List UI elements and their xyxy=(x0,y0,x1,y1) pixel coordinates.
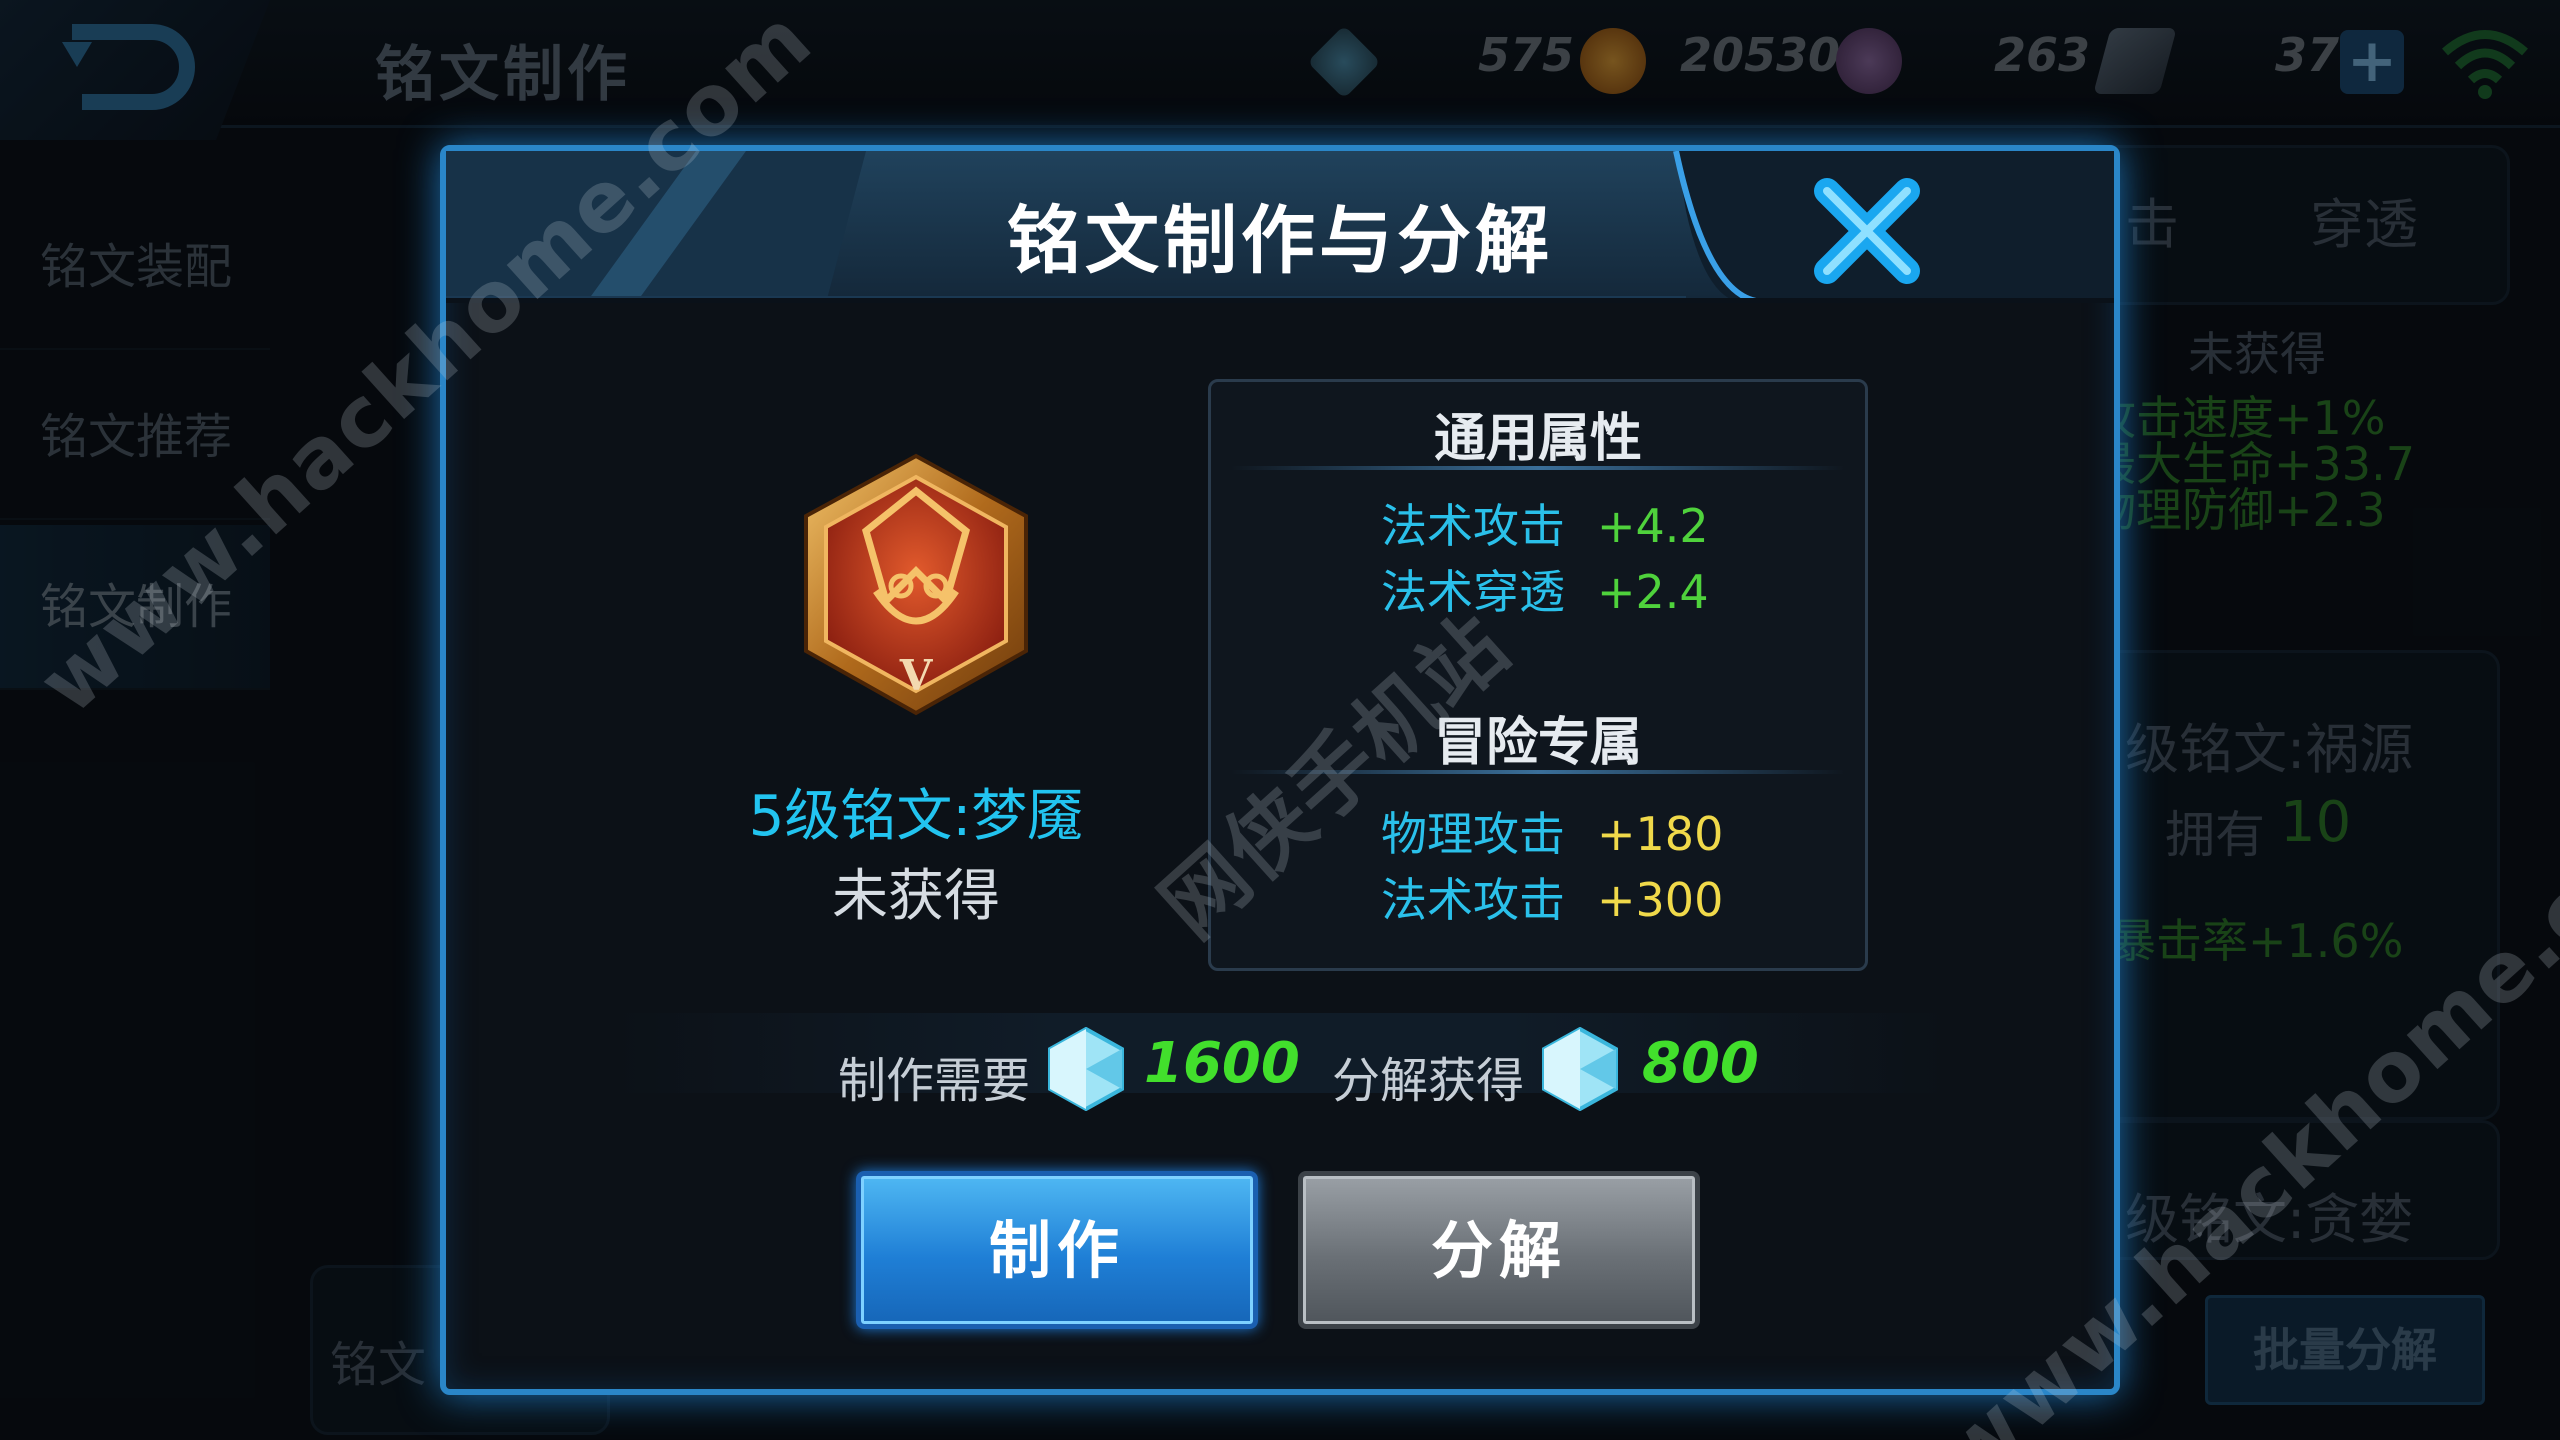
general-attributes-title: 通用属性 xyxy=(1433,409,1642,469)
decompose-button[interactable]: 分解 xyxy=(1298,1171,1700,1329)
decompose-gain-label: 分解获得 xyxy=(1332,1053,1525,1109)
section-divider xyxy=(1231,466,1845,470)
close-icon xyxy=(1814,178,1920,284)
stat-name: 物理攻击 xyxy=(1381,807,1565,861)
crystal-icon xyxy=(1542,1027,1618,1111)
stat-row: 法术攻击 +300 xyxy=(1381,864,1724,927)
stat-name: 法术攻击 xyxy=(1381,873,1565,927)
stat-row: 物理攻击 +180 xyxy=(1381,798,1724,861)
crystal-icon xyxy=(1048,1027,1124,1111)
stat-value: +300 xyxy=(1597,873,1724,927)
decompose-gain-value: 800 xyxy=(1642,1031,1759,1096)
rune-level-badge: V xyxy=(899,651,933,700)
stat-row: 法术攻击 +4.2 xyxy=(1381,490,1709,553)
craft-cost-label: 制作需要 xyxy=(838,1053,1031,1109)
rune-status: 未获得 xyxy=(832,864,1000,929)
stat-name: 法术攻击 xyxy=(1381,499,1565,553)
craft-cost-value: 1600 xyxy=(1144,1031,1300,1096)
close-button[interactable] xyxy=(1802,171,1932,291)
stat-value: +4.2 xyxy=(1597,499,1709,553)
stat-value: +180 xyxy=(1597,807,1724,861)
stats-panel: 通用属性 法术攻击 +4.2 法术穿透 +2.4 冒险专属 物理攻击 +180 法术攻… xyxy=(1208,379,1868,971)
stat-value: +2.4 xyxy=(1597,565,1709,619)
rune-name: 5级铭文:梦魇 xyxy=(748,784,1084,849)
craft-button[interactable]: 制作 xyxy=(856,1171,1258,1329)
stat-name: 法术穿透 xyxy=(1381,565,1565,619)
